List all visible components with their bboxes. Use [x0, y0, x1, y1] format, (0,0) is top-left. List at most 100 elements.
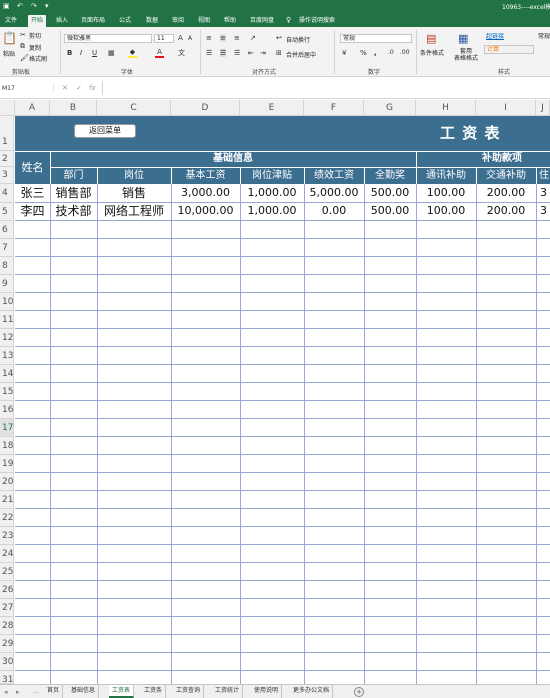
- align-top-icon[interactable]: ≡: [206, 34, 212, 42]
- column-header-c[interactable]: C: [97, 100, 171, 116]
- sheet-tab-instructions[interactable]: 使用说明: [251, 685, 283, 698]
- align-left-icon[interactable]: ☰: [206, 49, 212, 57]
- sheet-tab-more-docs[interactable]: 更多办公文档: [290, 685, 334, 698]
- font-size-select[interactable]: 11: [154, 34, 174, 43]
- column-header-a[interactable]: A: [15, 100, 50, 116]
- align-right-icon[interactable]: ☰: [234, 49, 240, 57]
- enter-icon[interactable]: ✓: [76, 84, 82, 92]
- decrease-decimal-icon[interactable]: .00: [400, 49, 410, 57]
- row-header-12[interactable]: 12: [0, 329, 14, 347]
- row-header-9[interactable]: 9: [0, 275, 14, 293]
- decrease-indent-icon[interactable]: ⇤: [248, 49, 254, 57]
- format-painter-icon[interactable]: 🖌: [20, 54, 29, 62]
- font-shrink-icon[interactable]: A: [188, 35, 192, 43]
- save-icon[interactable]: ▣: [3, 2, 10, 10]
- formula-input[interactable]: [102, 81, 550, 95]
- column-header-j[interactable]: J: [536, 100, 550, 116]
- comma-button[interactable]: ,: [374, 49, 377, 57]
- row-header-4[interactable]: 4: [0, 184, 14, 203]
- align-center-icon[interactable]: ☰: [220, 49, 227, 57]
- row-header-30[interactable]: 30: [0, 653, 14, 671]
- row-header-18[interactable]: 18: [0, 437, 14, 455]
- paste-label[interactable]: 粘贴: [3, 49, 15, 58]
- cell-position[interactable]: 网络工程师: [97, 202, 171, 220]
- name-box[interactable]: M17: [0, 83, 50, 94]
- column-header-h[interactable]: H: [416, 100, 476, 116]
- cell-base-salary[interactable]: 3,000.00: [171, 184, 240, 202]
- font-name-select[interactable]: 微软雅黑: [64, 34, 152, 43]
- sheet-tab-salary[interactable]: 工资表: [109, 685, 135, 698]
- cut-button[interactable]: 剪切: [29, 31, 41, 40]
- row-header-28[interactable]: 28: [0, 617, 14, 635]
- customize-qat-icon[interactable]: ▾: [45, 2, 49, 10]
- cell-attendance-bonus[interactable]: 500.00: [364, 202, 416, 220]
- row-header-26[interactable]: 26: [0, 581, 14, 599]
- align-bottom-icon[interactable]: ≡: [234, 34, 240, 42]
- bold-button[interactable]: B: [67, 49, 72, 57]
- sheet-tab-salary-stats[interactable]: 工资统计: [212, 685, 244, 698]
- percent-button[interactable]: %: [360, 49, 367, 57]
- cell-housing-subsidy[interactable]: 3: [536, 202, 550, 220]
- add-sheet-button[interactable]: +: [354, 687, 364, 697]
- row-header-22[interactable]: 22: [0, 509, 14, 527]
- tab-baidu[interactable]: 百度网盘: [247, 15, 277, 27]
- row-header-7[interactable]: 7: [0, 239, 14, 257]
- cell-position-allowance[interactable]: 1,000.00: [240, 184, 304, 202]
- increase-decimal-icon[interactable]: .0: [388, 49, 394, 57]
- undo-icon[interactable]: ↶: [17, 2, 23, 10]
- wrap-text-icon[interactable]: ↩: [276, 34, 282, 42]
- currency-icon[interactable]: ¥: [342, 49, 346, 57]
- conditional-format-icon[interactable]: ▤: [426, 33, 436, 44]
- tab-page-layout[interactable]: 页面布局: [78, 15, 108, 27]
- column-header-g[interactable]: G: [364, 100, 416, 116]
- number-format-select[interactable]: 常规: [340, 34, 412, 43]
- row-header-6[interactable]: 6: [0, 221, 14, 239]
- conditional-format-button[interactable]: 条件格式: [420, 48, 444, 57]
- phonetic-icon[interactable]: 文: [178, 49, 185, 57]
- tab-data[interactable]: 数据: [143, 15, 161, 27]
- row-header-13[interactable]: 13: [0, 347, 14, 365]
- tab-formulas[interactable]: 公式: [116, 15, 134, 27]
- row-header-2[interactable]: 2: [0, 151, 14, 167]
- cancel-icon[interactable]: ✕: [62, 84, 68, 92]
- sheet-tab-home[interactable]: 首页: [44, 685, 64, 698]
- cell-base-salary[interactable]: 10,000.00: [171, 202, 240, 220]
- tab-review[interactable]: 审阅: [169, 15, 187, 27]
- row-header-1[interactable]: 1: [0, 116, 14, 151]
- row-header-10[interactable]: 10: [0, 293, 14, 311]
- tab-help[interactable]: 帮助: [221, 15, 239, 27]
- next-sheet-icon[interactable]: ▸: [16, 688, 20, 696]
- row-header-24[interactable]: 24: [0, 545, 14, 563]
- fill-color-icon[interactable]: ◆: [128, 48, 137, 58]
- tab-view[interactable]: 视图: [195, 15, 213, 27]
- cell-attendance-bonus[interactable]: 500.00: [364, 184, 416, 202]
- cell-performance-pay[interactable]: 5,000.00: [304, 184, 364, 202]
- sheet-tab-basic-info[interactable]: 基础信息: [68, 685, 100, 698]
- row-header-25[interactable]: 25: [0, 563, 14, 581]
- cell-name[interactable]: 李四: [15, 202, 50, 220]
- row-header-19[interactable]: 19: [0, 455, 14, 473]
- row-header-16[interactable]: 16: [0, 401, 14, 419]
- row-header-17[interactable]: 17: [0, 419, 14, 437]
- row-header-21[interactable]: 21: [0, 491, 14, 509]
- column-header-i[interactable]: I: [476, 100, 536, 116]
- row-header-5[interactable]: 5: [0, 203, 14, 221]
- cell-name[interactable]: 张三: [15, 184, 50, 202]
- style-hyperlink[interactable]: 超链接: [484, 33, 534, 42]
- sheet-tab-salary-query[interactable]: 工资查询: [173, 685, 205, 698]
- cell-housing-subsidy[interactable]: 3: [536, 184, 550, 202]
- underline-button[interactable]: U: [92, 49, 97, 57]
- namebox-dropdown-icon[interactable]: ⋮: [50, 84, 57, 92]
- cut-icon[interactable]: ✂: [20, 31, 26, 39]
- row-header-11[interactable]: 11: [0, 311, 14, 329]
- wrap-text-button[interactable]: 自动换行: [286, 35, 310, 44]
- tab-insert[interactable]: 插入: [53, 15, 71, 27]
- font-color-icon[interactable]: A: [155, 48, 164, 58]
- merge-center-button[interactable]: 合并后居中: [286, 50, 316, 59]
- row-header-3[interactable]: 3: [0, 167, 14, 184]
- back-to-menu-button[interactable]: 返回菜单: [74, 124, 136, 138]
- row-header-23[interactable]: 23: [0, 527, 14, 545]
- cell-department[interactable]: 技术部: [50, 202, 97, 220]
- font-grow-icon[interactable]: A: [178, 34, 183, 42]
- select-all-corner[interactable]: [0, 100, 15, 116]
